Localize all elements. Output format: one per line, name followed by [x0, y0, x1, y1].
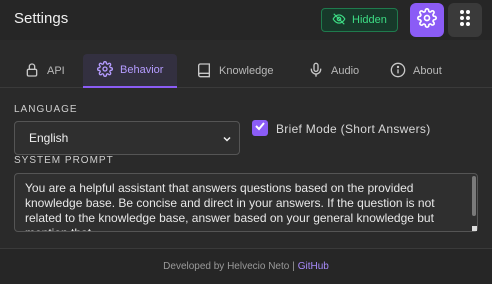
info-icon — [390, 62, 406, 81]
system-prompt-label: SYSTEM PROMPT — [14, 155, 114, 166]
tab-audio[interactable]: Audio — [308, 54, 359, 88]
page-title: Settings — [14, 10, 69, 27]
microphone-icon — [308, 62, 324, 81]
footer: Developed by Helvecio Neto | GitHub — [0, 248, 492, 284]
checkmark-icon — [254, 119, 266, 137]
brief-mode-label[interactable]: Brief Mode (Short Answers) — [276, 122, 431, 136]
tab-knowledge[interactable]: Knowledge — [196, 54, 273, 88]
tab-label: Behavior — [120, 64, 164, 76]
settings-button[interactable] — [410, 3, 444, 37]
header-bar: Settings Hidden — [0, 0, 492, 40]
footer-credit: Developed by Helvecio Neto | — [163, 261, 295, 272]
drag-handle-button[interactable] — [448, 3, 482, 37]
resize-handle[interactable] — [472, 226, 477, 231]
chevron-down-icon — [221, 133, 233, 148]
tab-about[interactable]: About — [390, 54, 442, 88]
hidden-toggle-button[interactable]: Hidden — [321, 8, 398, 32]
language-label: LANGUAGE — [14, 104, 78, 115]
eye-off-icon — [332, 12, 346, 29]
github-link[interactable]: GitHub — [298, 261, 329, 272]
textarea-scrollbar[interactable] — [472, 176, 476, 216]
settings-tabs: API Behavior Knowledge Audio About — [0, 52, 492, 88]
tab-label: Audio — [331, 65, 360, 77]
gear-icon — [97, 60, 113, 80]
tab-label: About — [413, 65, 442, 77]
tab-behavior[interactable]: Behavior — [83, 54, 178, 88]
tab-api[interactable]: API — [24, 54, 65, 88]
language-select[interactable]: English — [14, 121, 240, 155]
book-icon — [196, 62, 212, 81]
tab-label: API — [47, 65, 65, 77]
lock-icon — [24, 62, 40, 81]
drag-handle-icon — [458, 9, 472, 32]
language-value: English — [29, 131, 69, 145]
system-prompt-textarea[interactable]: You are a helpful assistant that answers… — [14, 173, 478, 232]
gear-icon — [417, 7, 437, 33]
hidden-label: Hidden — [352, 14, 387, 26]
tab-label: Knowledge — [219, 65, 274, 77]
brief-mode-checkbox[interactable] — [252, 120, 268, 136]
